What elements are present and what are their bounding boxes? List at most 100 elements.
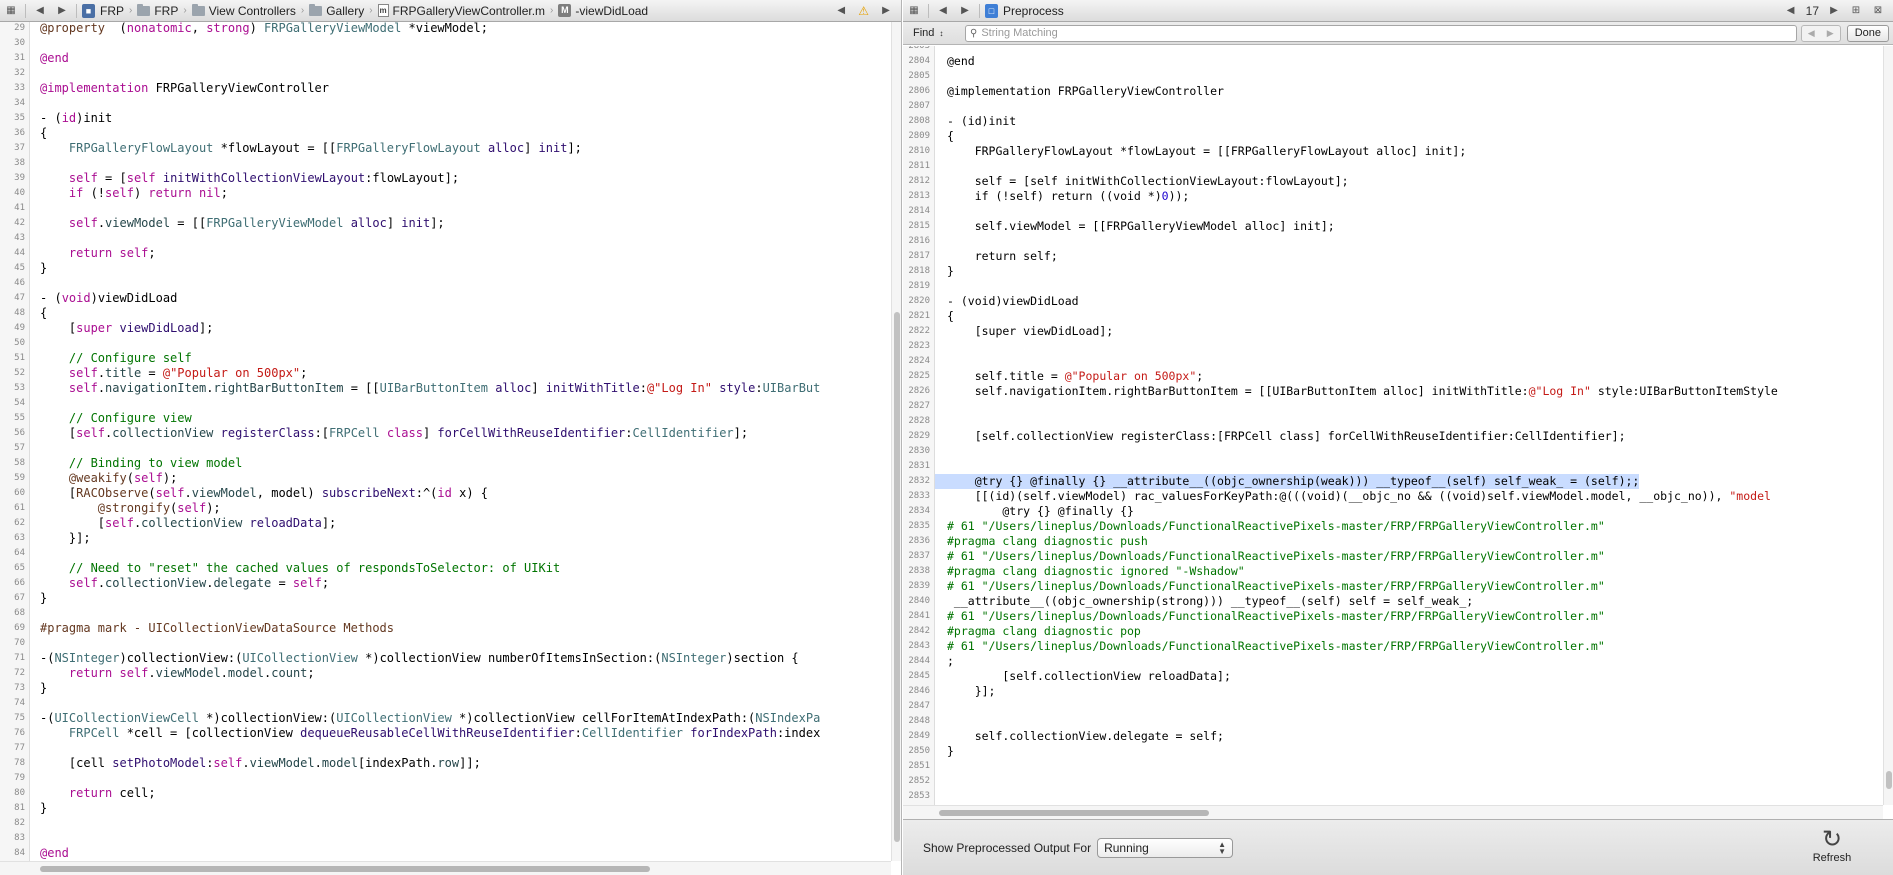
breadcrumb-label: View Controllers [208, 3, 296, 18]
right-vertical-scrollbar[interactable] [1883, 46, 1893, 805]
find-previous-icon[interactable]: ◀ [1808, 28, 1815, 39]
line-number: 56 [14, 428, 25, 438]
line-number: 2838 [908, 566, 930, 576]
code-line: 2835 # 61 "/Users/lineplus/Downloads/Func… [903, 519, 1893, 534]
line-number: 2815 [908, 221, 930, 231]
breadcrumb-file[interactable]: m FRPGalleryViewController.m [376, 4, 548, 18]
code-text: FRPGalleryFlowLayout *flowLayout = [[FRP… [68, 141, 582, 155]
code-text: self = [self initWithCollectionViewLayou… [947, 174, 1349, 188]
previous-counterpart-icon[interactable]: ◀ [1780, 0, 1802, 21]
code-text: [self.collectionView registerClass:[FRPC… [40, 426, 749, 440]
line-number: 54 [14, 398, 25, 408]
warning-icon[interactable]: ⚠ [858, 4, 869, 18]
line-number: 65 [14, 563, 25, 573]
code-text: self.navigationItem.rightBarButtonItem =… [947, 384, 1778, 398]
scrollbar-thumb[interactable] [1886, 771, 1892, 789]
line-number: 2851 [908, 761, 930, 771]
code-line: 43 [0, 231, 901, 246]
line-number: 32 [14, 68, 25, 78]
line-number: 80 [14, 788, 25, 798]
code-line: 37 FRPGalleryFlowLayout *flowLayout = [[… [0, 141, 901, 156]
code-text: { [947, 129, 954, 143]
right-horizontal-scrollbar[interactable] [903, 805, 1883, 819]
related-items-grid-icon[interactable]: ▦ [0, 0, 22, 21]
previous-issue-icon[interactable]: ◀ [830, 0, 852, 21]
code-text: @end [40, 846, 69, 860]
code-line: 32 [0, 66, 901, 81]
line-number: 2849 [908, 731, 930, 741]
preprocessed-output-editor[interactable]: 2803 2804 @end 2805 2806 @implementation FRPG… [903, 46, 1893, 805]
scrollbar-thumb[interactable] [939, 810, 1209, 816]
breadcrumb-method[interactable]: M -viewDidLoad [556, 4, 650, 18]
code-line: 2831 [903, 459, 1893, 474]
next-counterpart-icon[interactable]: ▶ [1823, 0, 1845, 21]
code-text: ; [947, 654, 954, 668]
scrollbar-thumb[interactable] [40, 866, 650, 872]
line-number: 44 [14, 248, 25, 258]
breadcrumb-preprocess[interactable]: □ Preprocess [983, 3, 1066, 18]
left-source-editor[interactable]: 29 @property (nonatomic, strong) FRPGalle… [0, 22, 901, 861]
left-editor-pane: ▦ ◀ ▶ ■ FRP › FRP › View Controllers › G… [0, 0, 902, 875]
line-number: 53 [14, 383, 25, 393]
code-text: - (id)init [40, 111, 113, 125]
back-arrow-icon[interactable]: ◀ [932, 0, 954, 21]
breadcrumb-group-gallery[interactable]: Gallery [307, 3, 366, 18]
forward-arrow-icon[interactable]: ▶ [954, 0, 976, 21]
find-search-field[interactable]: ⚲ String Matching [965, 24, 1797, 42]
code-text: # 61 "/Users/lineplus/Downloads/Function… [947, 609, 1605, 623]
refresh-label: Refresh [1812, 852, 1852, 864]
left-horizontal-scrollbar[interactable] [0, 861, 891, 875]
done-button[interactable]: Done [1846, 24, 1889, 42]
line-number: 2843 [908, 641, 930, 651]
forward-arrow-icon[interactable]: ▶ [51, 0, 73, 21]
breadcrumb-project[interactable]: ■ FRP [80, 3, 126, 18]
breadcrumb-group-view-controllers[interactable]: View Controllers [190, 3, 298, 18]
code-line: 55 // Configure view [0, 411, 901, 426]
line-number: 33 [14, 83, 25, 93]
related-items-grid-icon[interactable]: ▦ [903, 0, 925, 21]
find-mode-select[interactable]: Find ↕ [907, 25, 965, 42]
code-line: 2836 #pragma clang diagnostic push [903, 534, 1893, 549]
find-next-icon[interactable]: ▶ [1827, 28, 1834, 39]
left-vertical-scrollbar[interactable] [891, 22, 901, 861]
code-text: self.collectionView.delegate = self; [947, 729, 1224, 743]
refresh-button[interactable]: ↻ Refresh [1807, 828, 1857, 865]
code-line: 57 [0, 441, 901, 456]
code-text: __attribute__((objc_ownership(strong))) … [947, 594, 1474, 608]
line-number: 66 [14, 578, 25, 588]
close-editor-icon[interactable]: ⊠ [1867, 0, 1889, 21]
code-text: // Need to "reset" the cached values of … [68, 561, 561, 575]
code-line: 34 [0, 96, 901, 111]
code-text: [self.collectionView registerClass:[FRPC… [947, 429, 1626, 443]
jump-bar-right-controls: ◀ ⚠ ▶ [830, 0, 901, 21]
code-text: }]; [947, 684, 996, 698]
code-line: 40 if (!self) return nil; [0, 186, 901, 201]
add-editor-icon[interactable]: ⊞ [1845, 0, 1867, 21]
code-line: 38 [0, 156, 901, 171]
code-line: 44 return self; [0, 246, 901, 261]
action-select[interactable]: Running ▲ ▼ [1097, 837, 1234, 858]
line-number: 2830 [908, 446, 930, 456]
scrollbar-thumb[interactable] [894, 312, 900, 842]
code-text: } [947, 744, 954, 758]
next-issue-icon[interactable]: ▶ [875, 0, 897, 21]
line-number: 46 [14, 278, 25, 288]
line-number: 2813 [908, 191, 930, 201]
code-text: # 61 "/Users/lineplus/Downloads/Function… [947, 549, 1605, 563]
code-line: 82 [0, 816, 901, 831]
code-text: self.collectionView.delegate = self; [68, 576, 330, 590]
back-arrow-icon[interactable]: ◀ [29, 0, 51, 21]
line-number: 47 [14, 293, 25, 303]
code-text: FRPGalleryFlowLayout *flowLayout = [[FRP… [947, 144, 1467, 158]
code-line: 42 self.viewModel = [[FRPGalleryViewMode… [0, 216, 901, 231]
line-number: 49 [14, 323, 25, 333]
breadcrumb-group-frp[interactable]: FRP [135, 3, 180, 18]
jump-bar-right-controls: ◀ 17 ▶ ⊞ ⊠ [1780, 0, 1893, 21]
line-number: 42 [14, 218, 25, 228]
line-number: 68 [14, 608, 25, 618]
line-number: 55 [14, 413, 25, 423]
code-line: 48 { [0, 306, 901, 321]
